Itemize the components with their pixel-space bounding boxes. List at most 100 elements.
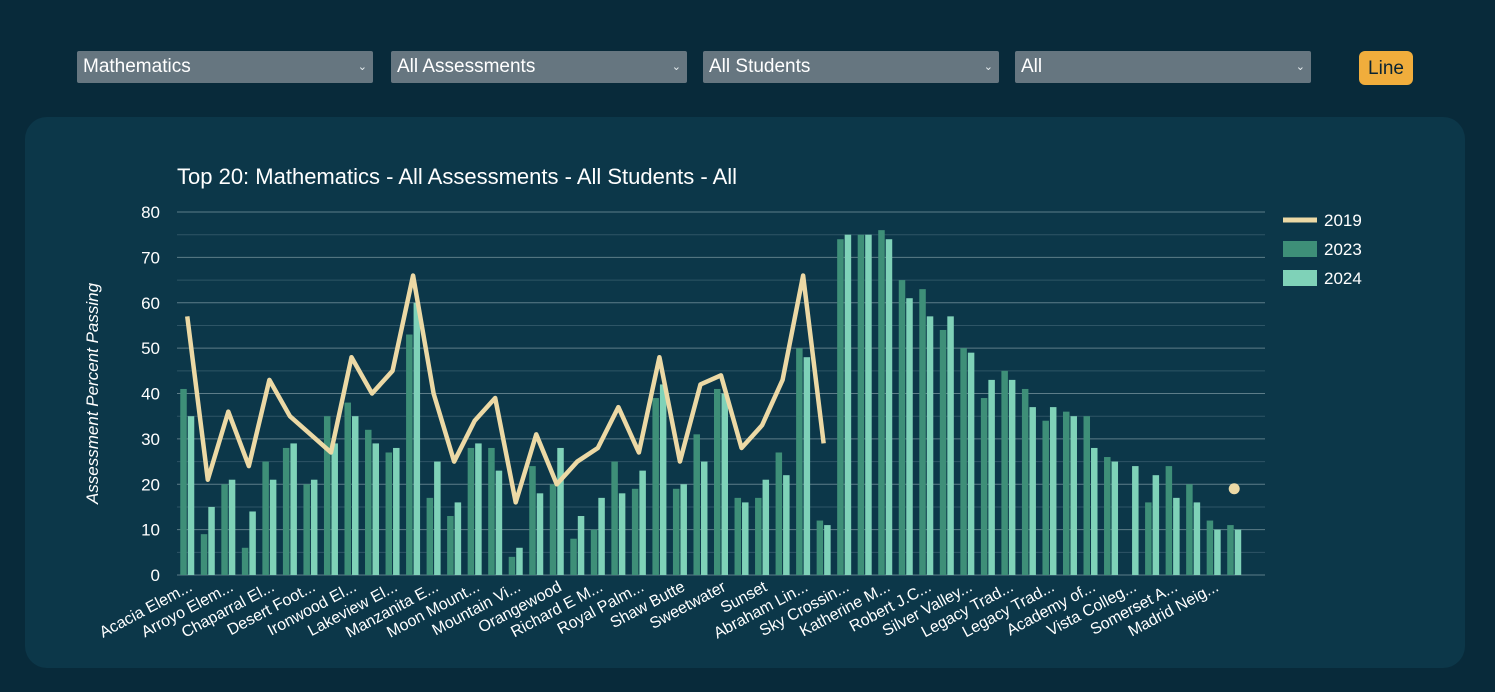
bar-2023 (755, 497, 762, 575)
bar-2023 (1083, 416, 1091, 575)
bar-2023 (672, 488, 680, 575)
bar-2024 (844, 234, 852, 575)
y-tick-label: 10 (141, 521, 160, 540)
chevron-down-icon: ⌄ (357, 60, 367, 73)
bar-2024 (680, 484, 687, 575)
legend-label-2019: 2019 (1324, 211, 1362, 230)
bar-2024 (1111, 461, 1119, 575)
bar-2023 (323, 416, 331, 575)
bar-2024 (926, 316, 934, 575)
bar-2024 (885, 239, 893, 575)
bar-2024 (187, 416, 195, 575)
y-tick-label: 40 (141, 385, 160, 404)
filter-bar: Mathematics ⌄ All Assessments ⌄ All Stud… (0, 51, 1495, 85)
bar-2024 (783, 475, 790, 575)
chart-title: Top 20: Mathematics - All Assessments - … (177, 164, 737, 189)
bar-2023 (1186, 484, 1193, 575)
bar-2023 (303, 484, 310, 575)
bar-2023 (1145, 502, 1152, 575)
bar-2023 (262, 461, 269, 575)
bar-2023 (344, 402, 351, 575)
bar-2024 (495, 470, 503, 575)
bar-2024 (1070, 416, 1077, 575)
bar-2024 (536, 493, 544, 575)
legend-swatch-2024 (1283, 270, 1317, 286)
bar-2024 (865, 234, 872, 575)
legend-label-2024: 2024 (1324, 269, 1362, 288)
bar-2024 (434, 461, 441, 575)
bar-2023 (939, 329, 947, 575)
chevron-down-icon: ⌄ (671, 60, 681, 73)
bar-2024 (742, 502, 749, 575)
bar-2024 (208, 506, 215, 575)
y-tick-label: 70 (141, 248, 160, 267)
series-2019-line (185, 273, 826, 505)
bar-2023 (549, 484, 557, 575)
bar-2024 (967, 352, 975, 575)
bar-2024 (906, 298, 913, 575)
bar-2023 (200, 534, 208, 575)
bar-2023 (1227, 525, 1234, 575)
bar-2023 (365, 429, 372, 575)
bar-2023 (447, 516, 454, 575)
bar-2024 (762, 479, 770, 575)
assessment-select[interactable]: All Assessments ⌄ (391, 51, 687, 83)
bar-2024 (1234, 529, 1242, 575)
y-tick-label: 30 (141, 430, 160, 449)
bar-2023 (1042, 420, 1049, 575)
bar-2024 (1091, 447, 1098, 575)
bar-2023 (1104, 457, 1111, 575)
bar-2023 (426, 497, 434, 575)
bar-2023 (652, 398, 659, 575)
bar-2024 (393, 447, 400, 575)
bar-2024 (372, 443, 380, 575)
bar-2024 (1049, 407, 1057, 575)
bar-2023 (714, 388, 721, 575)
chart-svg: Top 20: Mathematics - All Assessments - … (83, 164, 1362, 642)
bar-2024 (1008, 379, 1016, 575)
bar-2024 (1214, 529, 1221, 575)
bar-2024 (700, 461, 708, 575)
bar-2024 (1029, 407, 1036, 575)
bar-2024 (413, 302, 421, 575)
bar-2023 (180, 388, 187, 575)
y-tick-label: 0 (151, 566, 160, 585)
assessment-select-value: All Assessments (397, 56, 536, 77)
bar-2024 (577, 516, 585, 575)
chevron-down-icon: ⌄ (983, 60, 993, 73)
bar-2023 (611, 461, 618, 575)
bar-2023 (508, 556, 516, 575)
bar-2023 (529, 466, 536, 575)
y-tick-label: 60 (141, 294, 160, 313)
y-tick-label: 50 (141, 339, 160, 358)
bar-2023 (837, 239, 844, 575)
bar-2023 (385, 452, 393, 575)
bar-2024 (475, 443, 482, 575)
student-group-select-value: All Students (709, 56, 811, 77)
bar-2023 (1021, 388, 1029, 575)
legend-swatch-2023 (1283, 241, 1317, 257)
bar-2024 (618, 493, 626, 575)
bar-2024 (228, 479, 236, 575)
chart-type-toggle-button[interactable]: Line (1359, 51, 1413, 85)
bar-2023 (980, 398, 988, 575)
bar-2023 (406, 334, 413, 575)
series-2019-point (1228, 483, 1240, 495)
bar-2024 (659, 384, 667, 575)
chevron-down-icon: ⌄ (1295, 60, 1305, 73)
bar-2023 (1165, 466, 1173, 575)
bar-2023 (1062, 411, 1070, 575)
subject-select[interactable]: Mathematics ⌄ (77, 51, 373, 83)
bar-2024 (454, 502, 462, 575)
subject-select-value: Mathematics (83, 56, 191, 77)
chart-panel: Top 20: Mathematics - All Assessments - … (25, 117, 1465, 668)
bar-2023 (590, 529, 598, 575)
bar-2023 (631, 488, 639, 575)
y-tick-label: 20 (141, 475, 160, 494)
bar-2024 (803, 357, 811, 575)
bar-2023 (221, 484, 228, 575)
bar-2023 (857, 234, 865, 575)
student-group-select[interactable]: All Students ⌄ (703, 51, 999, 83)
bar-2023 (241, 547, 249, 575)
grade-select[interactable]: All ⌄ (1015, 51, 1311, 83)
